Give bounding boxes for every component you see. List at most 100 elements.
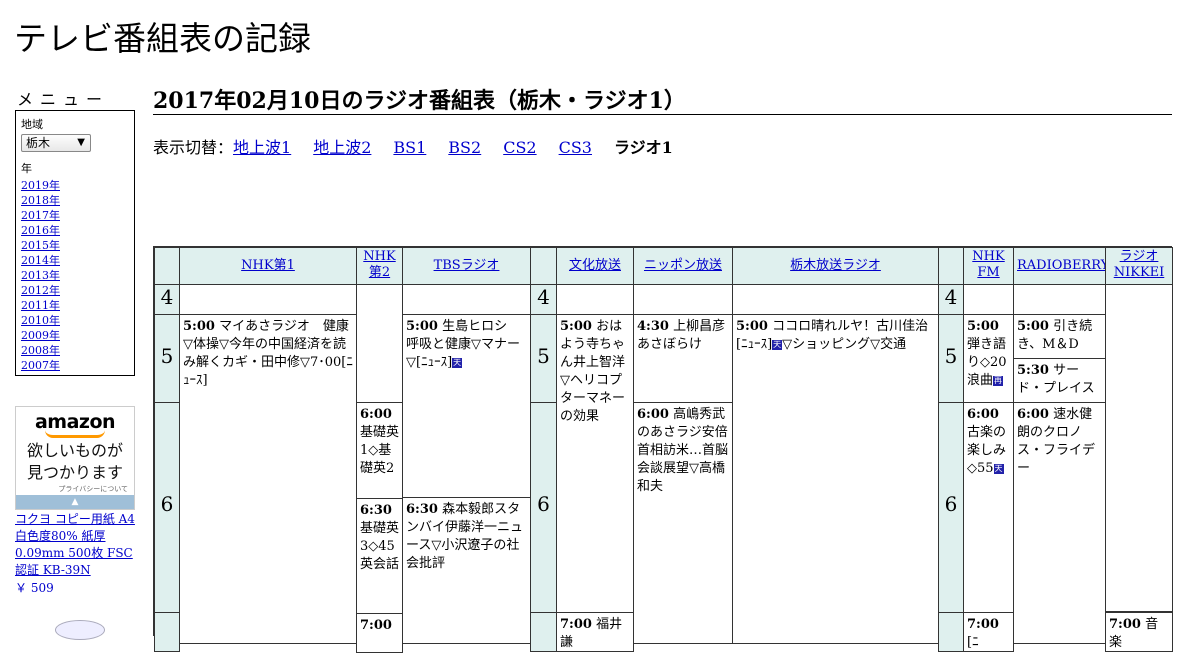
program-time: 6:00 [637, 407, 669, 422]
station-header-tochigi: 栃木放送ラジオ [732, 247, 939, 285]
program-cell[interactable]: 5:00 ココロ晴れルヤ！古川佳治[ﾆｭｰｽ]天▽ショッピング▽交通 [732, 314, 939, 644]
switch-link-chijoha1[interactable]: 地上波1 [233, 138, 291, 157]
program-cell[interactable]: 5:30 サード・プレイス [1013, 358, 1106, 403]
chevron-down-icon: ▼ [77, 137, 85, 148]
program-cell[interactable]: 6:30 森本毅郎スタンバイ伊藤洋一ニュース▽小沢遼子の社会批評 [402, 497, 531, 644]
station-link-nhk1[interactable]: NHK第1 [241, 258, 295, 273]
switch-link-cs3[interactable]: CS3 [559, 138, 592, 157]
program-cell[interactable]: 6:30 基礎英3◇45英会話 [356, 498, 403, 614]
program-cell[interactable]: 6:00 古楽の楽しみ◇55天 [963, 402, 1014, 613]
year-link-2019[interactable]: 2019年 [21, 179, 60, 192]
program-cell[interactable]: 5:00 弾き語り◇20浪曲再 [963, 314, 1014, 403]
program-cell[interactable]: 7:00 福井謙 [556, 612, 634, 652]
region-select[interactable]: 栃木 ▼ [21, 134, 91, 152]
weather-icon: 天 [772, 339, 783, 350]
station-link-nikkei[interactable]: ラジオNIKKEI [1114, 249, 1165, 280]
station-header-nikkei: ラジオNIKKEI [1105, 247, 1173, 285]
hour-cell-6: 6 [154, 402, 180, 613]
program-time: 4:30 [637, 319, 669, 334]
ad-text-line1: 欲しいものが [26, 441, 123, 460]
switch-link-bs2[interactable]: BS2 [448, 138, 481, 157]
station-link-tbs[interactable]: TBSラジオ [434, 258, 500, 273]
station-header-tbs: TBSラジオ [402, 247, 531, 285]
program-title: 基礎英3◇45英会話 [360, 521, 400, 572]
station-link-radioberry[interactable]: RADIOBERRY [1017, 258, 1105, 273]
empty-slot [556, 284, 634, 315]
weather-icon: 天 [993, 463, 1004, 474]
switch-link-cs2[interactable]: CS2 [503, 138, 536, 157]
empty-slot [402, 284, 531, 315]
rerun-icon: 再 [993, 375, 1004, 386]
station-link-nippon[interactable]: ニッポン放送 [644, 258, 722, 273]
hour-cell-6-right: 6 [938, 402, 964, 613]
program-time: 5:00 [560, 319, 592, 334]
program-time: 6:30 [406, 502, 438, 517]
program-cell[interactable]: 5:00 生島ヒロシ 呼吸と健康▽マナー▽[ﾆｭｰｽ]天 [402, 314, 531, 498]
empty-slot [963, 284, 1014, 315]
station-link-bunka[interactable]: 文化放送 [569, 258, 621, 273]
program-title: [ﾆ [967, 635, 979, 650]
switch-link-chijoha2[interactable]: 地上波2 [313, 138, 371, 157]
switch-link-bs1[interactable]: BS1 [393, 138, 426, 157]
program-cell[interactable]: 5:00 おはよう寺ちゃん井上智洋▽ヘリコプターマネーの効果 [556, 314, 634, 613]
program-time: 6:00 [1017, 407, 1049, 422]
program-time: 5:30 [1017, 363, 1049, 378]
station-link-nhk2[interactable]: NHK第2 [363, 249, 395, 280]
station-header-radioberry: RADIOBERRY [1013, 247, 1106, 285]
year-link-2012[interactable]: 2012年 [21, 284, 60, 297]
caret-up-icon: ▲ [71, 497, 79, 507]
station-link-tochigi[interactable]: 栃木放送ラジオ [790, 258, 881, 273]
year-label: 年 [21, 162, 32, 175]
menu-heading: メニュー [17, 90, 110, 109]
year-link-2017[interactable]: 2017年 [21, 209, 60, 222]
station-header-nhk1: NHK第1 [179, 247, 357, 285]
site-title: テレビ番組表の記録 [14, 19, 311, 58]
product-link[interactable]: コクヨ コピー用紙 A4 白色度80% 紙厚 0.09mm 500枚 FSC認証… [15, 511, 140, 579]
program-title: おはよう寺ちゃん井上智洋▽ヘリコプターマネーの効果 [560, 319, 626, 424]
year-link-2013[interactable]: 2013年 [21, 269, 60, 282]
hour-cell-6-mid: 6 [530, 402, 557, 613]
program-time: 5:00 [1017, 319, 1049, 334]
hour-cell-5: 5 [154, 314, 180, 403]
region-label: 地域 [21, 118, 43, 131]
amazon-logo: amazon [34, 411, 116, 433]
program-cell[interactable]: 6:00 高嶋秀武のあさラジ安倍首相訪米…首脳会談展望▽高橋和夫 [633, 402, 733, 644]
program-cell[interactable]: 6:00 速水健朗のクロノス・フライデー [1013, 402, 1106, 644]
year-link-2008[interactable]: 2008年 [21, 344, 60, 357]
program-cell[interactable]: 6:00 基礎英1◇基礎英2 [356, 402, 403, 499]
station-link-nhkfm[interactable]: NHK FM [972, 249, 1004, 280]
ad-privacy-link[interactable]: プライバシーについて [16, 484, 134, 494]
program-cell[interactable]: 7:00 [ﾆ [963, 612, 1014, 652]
amazon-ad[interactable]: amazon 欲しいものが 見つかります プライバシーについて ▲ [15, 406, 135, 510]
schedule-grid: NHK第1 NHK第2 TBSラジオ 文化放送 ニッポン放送 栃木放送ラジオ N… [153, 246, 1173, 653]
empty-slot [1013, 284, 1106, 315]
program-time: 5:00 [183, 319, 215, 334]
year-link-2010[interactable]: 2010年 [21, 314, 60, 327]
station-header-nhk2: NHK第2 [356, 247, 403, 285]
station-header-nippon: ニッポン放送 [633, 247, 733, 285]
weather-icon: 天 [452, 357, 463, 368]
year-link-2011[interactable]: 2011年 [21, 299, 60, 312]
program-cell[interactable]: 7:00 [356, 613, 403, 653]
hour-cell-7 [154, 612, 180, 652]
empty-slot [179, 284, 357, 315]
year-link-2007[interactable]: 2007年 [21, 359, 60, 372]
header-corner-right [938, 247, 964, 285]
year-link-2014[interactable]: 2014年 [21, 254, 60, 267]
program-time: 7:00 [360, 618, 392, 633]
empty-slot [732, 284, 939, 315]
ad-expand-bar[interactable]: ▲ [16, 495, 134, 509]
ad-text: 欲しいものが 見つかります [16, 440, 134, 484]
hour-cell-7-right [938, 612, 964, 652]
year-link-2009[interactable]: 2009年 [21, 329, 60, 342]
program-cell[interactable]: 7:00 音楽 [1105, 612, 1173, 652]
year-link-2016[interactable]: 2016年 [21, 224, 60, 237]
header-corner-mid [530, 247, 557, 285]
hour-cell-4-right: 4 [938, 284, 964, 315]
program-cell[interactable]: 5:00 引き続き、M＆D [1013, 314, 1106, 359]
year-link-2015[interactable]: 2015年 [21, 239, 60, 252]
program-cell[interactable]: 4:30 上柳昌彦あさぼらけ [633, 314, 733, 403]
program-cell[interactable]: 5:00 マイあさラジオ 健康▽体操▽今年の中国経済を読み解くカギ・田中修▽7･… [179, 314, 357, 644]
product-thumbnail[interactable] [55, 620, 105, 640]
year-link-2018[interactable]: 2018年 [21, 194, 60, 207]
